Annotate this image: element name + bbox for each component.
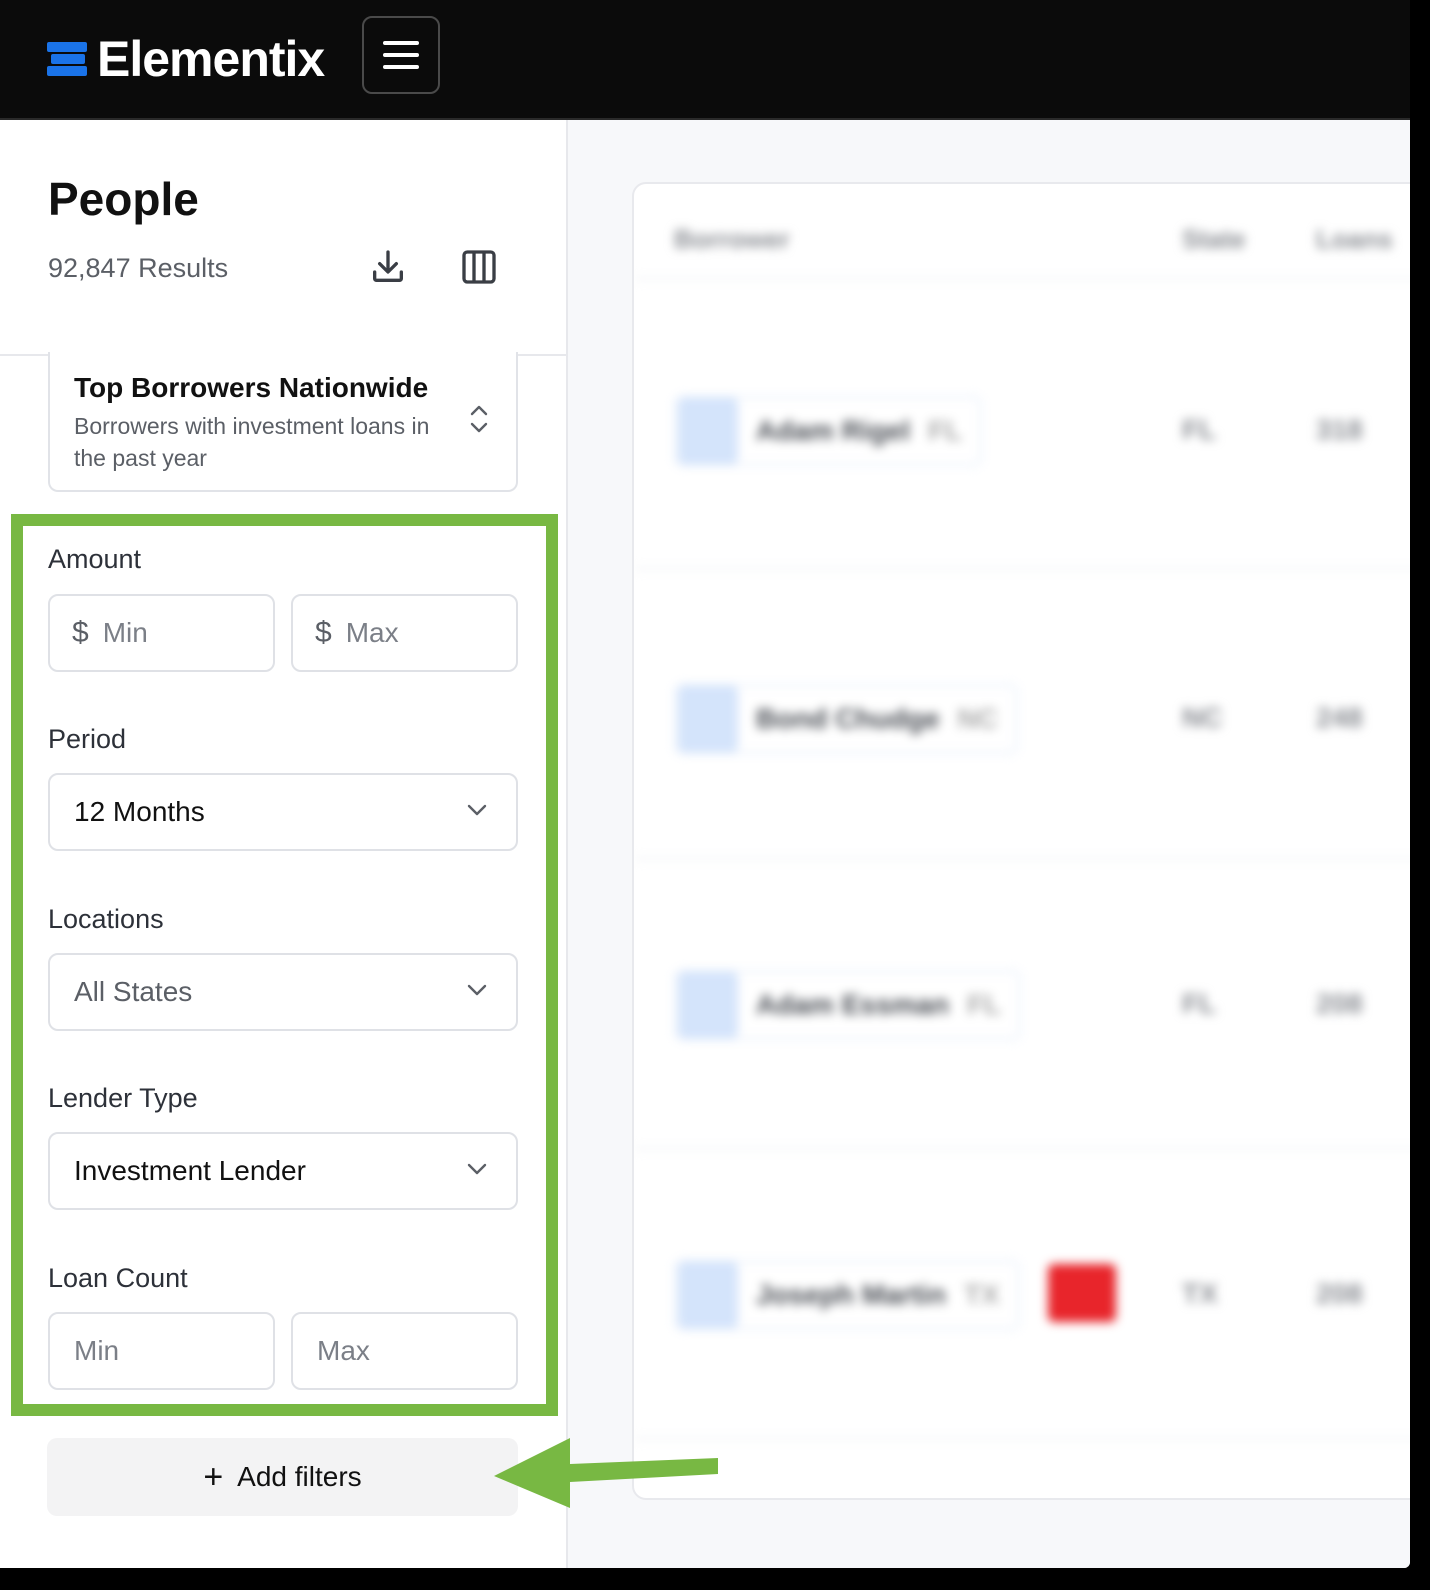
hamburger-icon bbox=[383, 41, 419, 45]
period-value: 12 Months bbox=[74, 796, 205, 827]
add-filters-label: Add filters bbox=[237, 1461, 362, 1492]
columns-icon bbox=[462, 250, 496, 284]
results-panel: Borrower State Loans Adam Rigel FL FL 31… bbox=[568, 120, 1410, 1568]
state-cell: TX bbox=[1182, 1278, 1218, 1309]
lender-type-select[interactable]: Investment Lender bbox=[48, 1132, 518, 1210]
row-divider bbox=[634, 1148, 1410, 1150]
filter-sidebar: People 92,847 Results Top Borrowers Nati… bbox=[0, 120, 568, 1568]
saved-search-selector[interactable]: Top Borrowers Nationwide Borrowers with … bbox=[48, 352, 518, 492]
elementix-logo-icon bbox=[47, 38, 87, 80]
state-cell: FL bbox=[1182, 414, 1217, 445]
avatar bbox=[678, 398, 738, 464]
loan-count-label: Loan Count bbox=[48, 1263, 188, 1293]
app-name: Elementix bbox=[97, 31, 325, 87]
lender-type-value: Investment Lender bbox=[74, 1155, 306, 1186]
amount-min-input[interactable]: $ Min bbox=[48, 594, 275, 672]
loans-cell: 318 bbox=[1316, 414, 1363, 445]
amount-min-placeholder: Min bbox=[102, 617, 148, 648]
locations-value: All States bbox=[74, 976, 193, 1007]
row-divider bbox=[634, 568, 1410, 570]
annotation-arrow-icon bbox=[494, 1438, 718, 1508]
borrower-chip[interactable]: Adam Rigel FL bbox=[674, 396, 983, 466]
locations-select[interactable]: All States bbox=[48, 953, 518, 1031]
currency-symbol: $ bbox=[315, 616, 332, 649]
table-row[interactable]: Bond Chudge NC NC 248 bbox=[634, 684, 1410, 764]
columns-button[interactable] bbox=[457, 245, 501, 289]
currency-symbol: $ bbox=[72, 616, 89, 649]
download-button[interactable] bbox=[366, 245, 410, 289]
avatar bbox=[678, 1262, 738, 1328]
loans-cell: 208 bbox=[1316, 988, 1363, 1019]
loans-cell: 208 bbox=[1316, 1278, 1363, 1309]
chevron-up-down-icon bbox=[470, 405, 488, 433]
column-header-borrower: Borrower bbox=[674, 224, 790, 254]
period-select[interactable]: 12 Months bbox=[48, 773, 518, 851]
row-divider bbox=[634, 858, 1410, 860]
table-row[interactable]: Adam Essman FL FL 208 bbox=[634, 970, 1410, 1050]
amount-max-placeholder: Max bbox=[345, 617, 399, 648]
avatar bbox=[678, 686, 738, 752]
period-label: Period bbox=[48, 724, 127, 754]
loan-count-min-input[interactable]: Min bbox=[48, 1312, 275, 1390]
chevron-down-icon bbox=[467, 804, 487, 816]
borrower-chip[interactable]: Joseph Martin TX bbox=[674, 1260, 1020, 1330]
amount-max-input[interactable]: $ Max bbox=[291, 594, 518, 672]
saved-search-title: Top Borrowers Nationwide bbox=[74, 372, 429, 403]
table-row[interactable]: Adam Rigel FL FL 318 bbox=[634, 396, 1410, 476]
column-header-state: State bbox=[1182, 224, 1246, 254]
borrower-name: Adam Rigel bbox=[756, 415, 911, 446]
borrower-name: Bond Chudge bbox=[756, 703, 940, 734]
loans-cell: 248 bbox=[1316, 702, 1363, 733]
borrower-chip[interactable]: Adam Essman FL bbox=[674, 970, 1022, 1040]
borrower-chip[interactable]: Bond Chudge NC bbox=[674, 684, 1018, 754]
app-window: Elementix People 92,847 Results Top Borr… bbox=[0, 0, 1410, 1568]
state-cell: NC bbox=[1182, 702, 1223, 733]
table-row[interactable]: Joseph Martin TX TX 208 bbox=[634, 1260, 1410, 1340]
avatar bbox=[678, 972, 738, 1038]
loan-count-max-placeholder: Max bbox=[317, 1335, 370, 1366]
amount-label: Amount bbox=[48, 544, 142, 574]
borrower-state-suffix: TX bbox=[963, 1279, 1000, 1310]
add-filters-button[interactable]: + Add filters bbox=[47, 1438, 518, 1516]
borrower-name: Joseph Martin bbox=[756, 1279, 946, 1310]
column-header-loans: Loans bbox=[1316, 224, 1393, 254]
borrower-state-suffix: FL bbox=[928, 415, 963, 446]
results-count: 92,847 Results bbox=[48, 253, 229, 283]
hamburger-menu-button[interactable] bbox=[362, 16, 440, 94]
status-badge bbox=[1048, 1264, 1116, 1322]
locations-label: Locations bbox=[48, 904, 164, 934]
borrower-state-suffix: FL bbox=[966, 989, 1002, 1020]
borrower-name: Adam Essman bbox=[756, 989, 949, 1020]
top-bar: Elementix bbox=[0, 0, 1410, 120]
row-divider bbox=[634, 278, 1410, 280]
row-divider bbox=[634, 1438, 1410, 1440]
chevron-down-icon bbox=[467, 1163, 487, 1175]
results-table: Borrower State Loans Adam Rigel FL FL 31… bbox=[632, 182, 1410, 1500]
lender-type-label: Lender Type bbox=[48, 1083, 198, 1113]
loan-count-max-input[interactable]: Max bbox=[291, 1312, 518, 1390]
download-icon bbox=[373, 250, 403, 282]
state-cell: FL bbox=[1182, 988, 1217, 1019]
logo[interactable]: Elementix bbox=[47, 30, 325, 88]
chevron-down-icon bbox=[467, 984, 487, 996]
borrower-state-suffix: NC bbox=[957, 703, 998, 734]
loan-count-min-placeholder: Min bbox=[74, 1335, 120, 1366]
plus-icon: + bbox=[203, 1458, 224, 1496]
page-title: People bbox=[48, 173, 199, 225]
saved-search-description: Borrowers with investment loans in the p… bbox=[74, 413, 430, 471]
